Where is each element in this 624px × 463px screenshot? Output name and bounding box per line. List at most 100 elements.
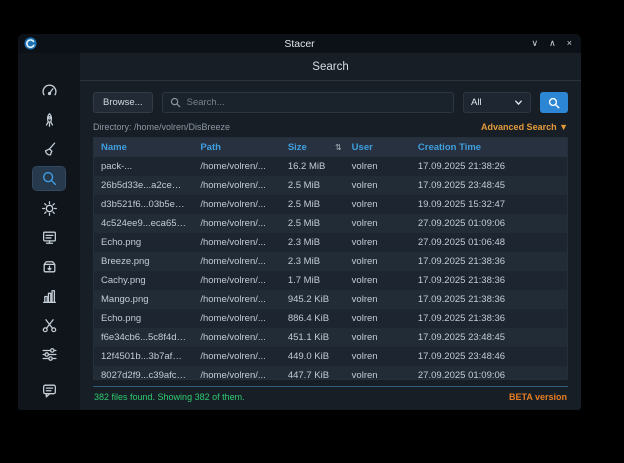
monitor-icon <box>41 229 58 246</box>
cell-creation-time: 17.09.2025 23:48:45 <box>411 328 567 347</box>
table-body: pack-... /home/volren/... 16.2 MiB volre… <box>94 157 567 380</box>
table-row[interactable]: Mango.png /home/volren/... 945.2 KiB vol… <box>94 290 567 309</box>
column-header-size[interactable]: Size ⇅ <box>281 138 345 157</box>
table-row[interactable]: Breeze.png /home/volren/... 2.3 MiB volr… <box>94 252 567 271</box>
cell-path: /home/volren/... <box>193 309 281 328</box>
cell-creation-time: 17.09.2025 21:38:36 <box>411 309 567 328</box>
sidebar-item-uninstaller[interactable] <box>33 255 65 278</box>
minimize-button[interactable]: ∨ <box>532 39 539 48</box>
sidebar-item-resources[interactable] <box>33 285 65 308</box>
cell-creation-time: 17.09.2025 23:48:45 <box>411 176 567 195</box>
table-header-row: Name Path Size ⇅ User Creation Time <box>94 138 567 157</box>
cell-size: 2.5 MiB <box>281 176 345 195</box>
cell-name: 12f4501b...3b7af9a5 <box>94 347 193 366</box>
cell-path: /home/volren/... <box>193 195 281 214</box>
cell-creation-time: 17.09.2025 21:38:26 <box>411 157 567 176</box>
cell-user: volren <box>345 233 411 252</box>
cell-user: volren <box>345 176 411 195</box>
close-button[interactable]: × <box>567 39 572 48</box>
table-row[interactable]: Cachy.png /home/volren/... 1.7 MiB volre… <box>94 271 567 290</box>
table-row[interactable]: 8027d2f9...c39afc14 /home/volren/... 447… <box>94 366 567 380</box>
broom-icon <box>41 141 58 158</box>
cell-user: volren <box>345 214 411 233</box>
cell-size: 945.2 KiB <box>281 290 345 309</box>
maximize-button[interactable]: ∧ <box>549 39 556 48</box>
cell-name: 26b5d33e...a2ce3c9f <box>94 176 193 195</box>
cell-user: volren <box>345 347 411 366</box>
column-header-user[interactable]: User <box>345 138 411 157</box>
status-bar: 382 files found. Showing 382 of them. BE… <box>93 386 568 404</box>
table-row[interactable]: 12f4501b...3b7af9a5 /home/volren/... 449… <box>94 347 567 366</box>
table-row[interactable]: 26b5d33e...a2ce3c9f /home/volren/... 2.5… <box>94 176 567 195</box>
cell-creation-time: 27.09.2025 01:09:06 <box>411 366 567 380</box>
column-header-name[interactable]: Name <box>94 138 193 157</box>
gauge-icon <box>41 82 58 99</box>
cell-path: /home/volren/... <box>193 214 281 233</box>
sidebar-item-system-cleaner[interactable] <box>33 138 65 161</box>
cell-size: 2.5 MiB <box>281 195 345 214</box>
cell-creation-time: 17.09.2025 21:38:36 <box>411 252 567 271</box>
cell-size: 16.2 MiB <box>281 157 345 176</box>
cell-path: /home/volren/... <box>193 233 281 252</box>
cell-size: 451.1 KiB <box>281 328 345 347</box>
desktop-background: Stacer ∨ ∧ × <box>0 0 624 463</box>
filter-dropdown[interactable]: All <box>463 92 531 113</box>
sidebar-item-processes[interactable] <box>33 226 65 249</box>
cell-size: 2.3 MiB <box>281 252 345 271</box>
cell-name: Cachy.png <box>94 271 193 290</box>
sidebar-item-services[interactable] <box>33 196 65 219</box>
search-button[interactable] <box>540 92 568 113</box>
sidebar-item-feedback[interactable] <box>33 379 65 402</box>
table-row[interactable]: 4c524ee9...eca65c8c /home/volren/... 2.5… <box>94 214 567 233</box>
cell-size: 2.5 MiB <box>281 214 345 233</box>
cell-user: volren <box>345 271 411 290</box>
table-row[interactable]: d3b521f6...03b5e1cc /home/volren/... 2.5… <box>94 195 567 214</box>
cell-user: volren <box>345 195 411 214</box>
column-header-path[interactable]: Path <box>193 138 281 157</box>
table-row[interactable]: Echo.png /home/volren/... 2.3 MiB volren… <box>94 233 567 252</box>
cell-user: volren <box>345 157 411 176</box>
cell-path: /home/volren/... <box>193 347 281 366</box>
directory-label: Directory: /home/volren/DisBreeze <box>93 122 230 132</box>
filter-dropdown-value: All <box>471 97 482 108</box>
browse-button[interactable]: Browse... <box>93 92 153 113</box>
sidebar-item-search[interactable] <box>33 167 65 190</box>
cell-user: volren <box>345 290 411 309</box>
cell-name: Breeze.png <box>94 252 193 271</box>
cell-path: /home/volren/... <box>193 157 281 176</box>
sidebar-item-startup-apps[interactable] <box>33 108 65 131</box>
sidebar-item-helpers[interactable] <box>33 314 65 337</box>
sliders-icon <box>41 346 58 363</box>
cell-creation-time: 17.09.2025 23:48:46 <box>411 347 567 366</box>
sidebar-item-dashboard[interactable] <box>33 79 65 102</box>
titlebar[interactable]: Stacer ∨ ∧ × <box>18 34 581 53</box>
cell-creation-time: 19.09.2025 15:32:47 <box>411 195 567 214</box>
window-controls: ∨ ∧ × <box>532 34 572 53</box>
search-box[interactable] <box>162 92 454 113</box>
advanced-search-link[interactable]: Advanced Search ▼ <box>481 122 568 132</box>
column-header-creation-time[interactable]: Creation Time <box>411 138 567 157</box>
table-row[interactable]: Echo.png /home/volren/... 886.4 KiB volr… <box>94 309 567 328</box>
package-icon <box>41 258 58 275</box>
stacer-logo-icon <box>24 37 37 50</box>
cell-name: 4c524ee9...eca65c8c <box>94 214 193 233</box>
table-row[interactable]: f6e34cb6...5c8f4dc5 /home/volren/... 451… <box>94 328 567 347</box>
scissors-icon <box>41 317 58 334</box>
cell-creation-time: 27.09.2025 01:06:48 <box>411 233 567 252</box>
window-title: Stacer <box>18 38 581 50</box>
cell-name: 8027d2f9...c39afc14 <box>94 366 193 380</box>
results-table: Name Path Size ⇅ User Creation Time <box>93 137 568 380</box>
search-icon <box>170 97 181 108</box>
cell-size: 449.0 KiB <box>281 347 345 366</box>
search-input[interactable] <box>187 97 446 108</box>
table-row[interactable]: pack-... /home/volren/... 16.2 MiB volre… <box>94 157 567 176</box>
cell-name: d3b521f6...03b5e1cc <box>94 195 193 214</box>
chat-bubble-icon <box>41 382 58 399</box>
magnifier-icon <box>41 170 58 187</box>
cell-name: pack-... <box>94 157 193 176</box>
files-found-status: 382 files found. Showing 382 of them. <box>94 392 245 402</box>
cell-path: /home/volren/... <box>193 176 281 195</box>
sidebar-item-settings[interactable] <box>33 343 65 366</box>
cell-path: /home/volren/... <box>193 366 281 380</box>
beta-version-badge: BETA version <box>509 392 567 402</box>
